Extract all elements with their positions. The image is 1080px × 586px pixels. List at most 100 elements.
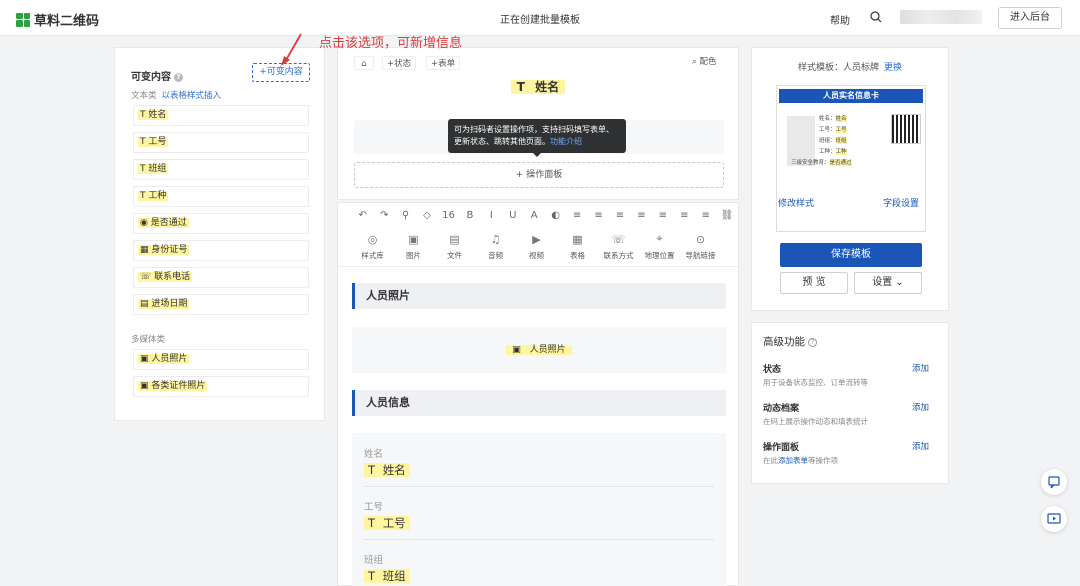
tool-icon: ▦: [572, 232, 583, 246]
insert-tool-button[interactable]: ⊙ 导航链接: [680, 227, 721, 266]
search-icon[interactable]: [870, 11, 882, 23]
format-tool-icon[interactable]: ↷: [373, 210, 394, 221]
variable-item[interactable]: ☏ 联系电话: [133, 267, 309, 288]
format-tool-icon[interactable]: ⛓: [716, 210, 737, 221]
add-form-chip[interactable]: +表单: [426, 56, 461, 70]
variable-item[interactable]: ▦ 身份证号: [133, 240, 309, 261]
id-card-preview[interactable]: 人员实名信息卡 姓名：姓名 工号：工号 班组：班组 工种：工种 三级安全教育：是否通过: [776, 85, 926, 232]
feature-dynamic-archive-desc: 在码上展示操作动态和填表统计: [763, 417, 868, 426]
field-value[interactable]: T 工号: [364, 515, 410, 531]
variable-item[interactable]: T 班组: [133, 159, 309, 180]
add-operation-panel-link[interactable]: 添加: [912, 440, 929, 452]
tool-icon: ▶: [532, 232, 541, 246]
add-dynamic-archive-link[interactable]: 添加: [912, 401, 929, 413]
variable-item[interactable]: T 姓名: [133, 105, 309, 126]
field-type-icon: ▦: [140, 245, 149, 255]
feature-intro-link[interactable]: 功能介绍: [550, 137, 582, 146]
variable-item-label: 进场日期: [151, 299, 188, 309]
field-type-icon: T: [140, 164, 146, 174]
format-tool-icon[interactable]: ≡: [566, 210, 587, 221]
feedback-button[interactable]: [1041, 469, 1067, 495]
format-tool-icon[interactable]: ◐: [545, 210, 566, 221]
format-tool-icon[interactable]: I: [481, 210, 502, 221]
tool-label: 导航链接: [685, 250, 716, 260]
insert-tool-button[interactable]: ▶ 视频: [516, 227, 557, 266]
format-tool-icon[interactable]: ≡: [631, 210, 652, 221]
help-link[interactable]: 帮助: [830, 12, 850, 27]
field-settings-link[interactable]: 字段设置: [883, 196, 919, 209]
enter-backend-button[interactable]: 进入后台: [998, 7, 1062, 29]
variable-item[interactable]: T 工种: [133, 186, 309, 207]
variable-content-title: 可变内容?: [131, 68, 183, 83]
variable-item[interactable]: ◉ 是否通过: [133, 213, 309, 234]
change-template-link[interactable]: 更换: [884, 63, 902, 73]
format-tool-icon[interactable]: ≡: [588, 210, 609, 221]
feature-status-desc: 用于设备状态监控、订单流转等: [763, 378, 868, 387]
format-tool-icon[interactable]: ⚲: [395, 210, 416, 221]
format-tool-icon[interactable]: ≡: [674, 210, 695, 221]
field-type-icon: T: [140, 110, 146, 120]
save-template-button[interactable]: 保存模板: [780, 243, 922, 267]
field-value-text: 姓名: [380, 463, 408, 477]
format-toolbar: ↶ ↷ ⚲ ◇ 16 B I U A ◐ ≡ ≡ ≡ ≡ ≡ ≡ ≡ ⛓: [338, 203, 738, 227]
format-tool-icon[interactable]: ≡: [609, 210, 630, 221]
annotation-text: 点击该选项，可新增信息: [319, 36, 463, 51]
insert-tool-button[interactable]: ♫ 音频: [475, 227, 516, 266]
modify-style-link[interactable]: 修改样式: [778, 196, 814, 209]
format-tool-icon[interactable]: U: [502, 210, 523, 221]
insert-tool-button[interactable]: ◎ 样式库: [352, 227, 393, 266]
home-icon[interactable]: ⌂: [354, 56, 374, 70]
insert-as-table-link[interactable]: 以表格样式插入: [162, 91, 222, 101]
variable-content-panel: 可变内容? +可变内容 文本类 以表格样式插入 T 姓名 T 工号 T 班组 T 工种 ◉…: [114, 47, 325, 421]
insert-tool-button[interactable]: ⌖ 地理位置: [639, 227, 680, 266]
variable-item-label: 联系电话: [154, 272, 191, 282]
tool-icon: ◎: [367, 232, 378, 246]
insert-tool-button[interactable]: ▤ 文件: [434, 227, 475, 266]
photo-placeholder[interactable]: ▣ 人员照片: [352, 327, 726, 373]
question-icon[interactable]: ?: [174, 72, 183, 82]
format-tool-icon[interactable]: 16: [438, 210, 459, 221]
variable-item-label: 工种: [148, 191, 167, 201]
format-tool-icon[interactable]: ↶: [352, 210, 373, 221]
text-field-icon: T: [366, 569, 378, 583]
photo-section-header[interactable]: 人员照片: [352, 283, 726, 309]
card-row-value: 工种: [835, 149, 847, 155]
field-value[interactable]: T 班组: [364, 568, 410, 584]
media-variable-item[interactable]: ▣ 人员照片: [133, 349, 309, 370]
field-value[interactable]: T 姓名: [364, 462, 410, 478]
info-fields[interactable]: 姓名 T 姓名 工号 T 工号 班组 T 班组: [352, 433, 726, 586]
format-tool-icon[interactable]: ≡: [652, 210, 673, 221]
tool-label: 表格: [570, 250, 585, 260]
insert-tool-button[interactable]: ▣ 图片: [393, 227, 434, 266]
add-status-link[interactable]: 添加: [912, 362, 929, 374]
style-template-text: 样式模板：人员标牌: [797, 63, 879, 73]
insert-tool-button[interactable]: ▦ 表格: [557, 227, 598, 266]
variable-item[interactable]: ▤ 进场日期: [133, 294, 309, 315]
add-form-link[interactable]: 添加表单: [778, 456, 808, 465]
color-scheme-button[interactable]: ⌕ 配色: [692, 55, 716, 67]
image-icon: ▣: [140, 381, 149, 391]
operation-panel-button[interactable]: + 操作面板: [354, 162, 724, 188]
advanced-title: 高级功能?: [763, 334, 817, 349]
format-tool-icon[interactable]: B: [459, 210, 480, 221]
preview-button[interactable]: 预 览: [780, 272, 848, 294]
video-tutorial-button[interactable]: [1041, 506, 1067, 532]
add-status-chip[interactable]: +状态: [382, 56, 417, 70]
card-row-key: 姓名：: [819, 116, 836, 122]
format-tool-icon[interactable]: ◇: [416, 210, 437, 221]
variable-item[interactable]: T 工号: [133, 132, 309, 153]
card-row: 三级安全教育：是否通过: [791, 158, 852, 166]
image-icon: ▣: [509, 345, 527, 355]
media-item-label: 人员照片: [151, 354, 188, 364]
format-tool-icon[interactable]: ≡: [695, 210, 716, 221]
insert-tool-button[interactable]: ☏ 联系方式: [598, 227, 639, 266]
user-account-blurred[interactable]: [900, 10, 982, 24]
settings-dropdown[interactable]: 设置 ⌄: [854, 272, 922, 294]
card-row-value: 是否通过: [829, 160, 852, 166]
question-icon[interactable]: ?: [808, 337, 817, 347]
variable-content-title-text: 可变内容: [131, 72, 171, 83]
info-section-header[interactable]: 人员信息: [352, 390, 726, 416]
media-variable-item[interactable]: ▣ 各类证件照片: [133, 376, 309, 397]
format-tool-icon[interactable]: A: [524, 210, 545, 221]
tool-label: 音频: [488, 250, 503, 260]
